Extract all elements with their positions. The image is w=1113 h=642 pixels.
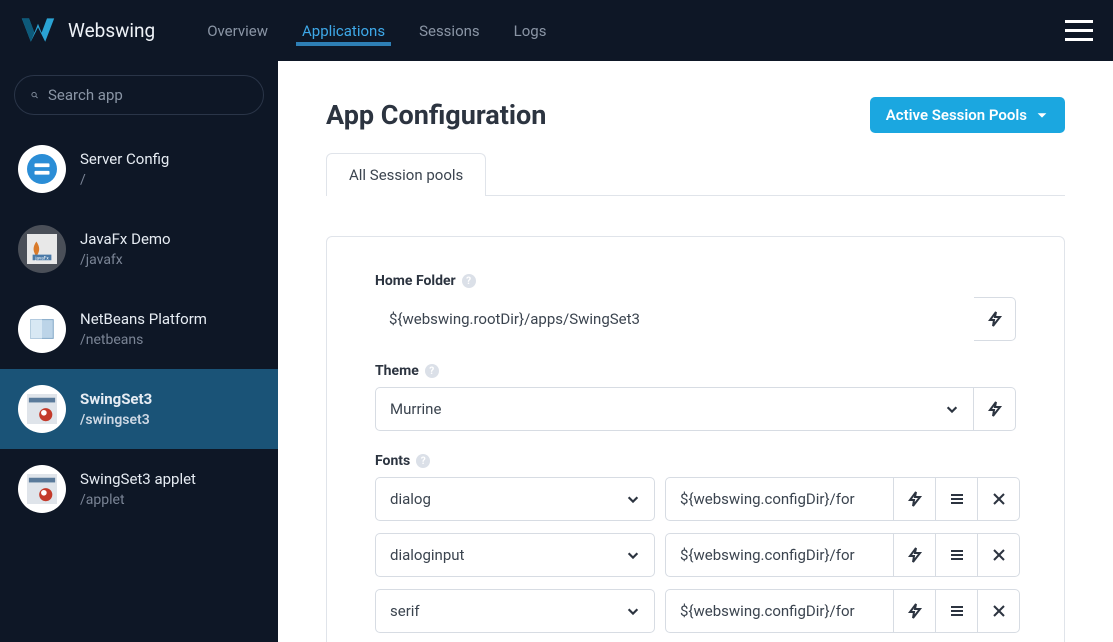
topbar: Webswing Overview Applications Sessions … [0,0,1113,61]
search-box[interactable] [14,75,264,115]
bolt-icon [987,401,1003,417]
font-path-input[interactable] [665,589,894,633]
theme-select[interactable]: Murrine [375,387,974,431]
menu-toggle-icon[interactable] [1065,20,1093,41]
server-icon [18,145,66,193]
fonts-field: Fonts ? dialog [375,453,1016,633]
bolt-icon [907,491,923,507]
swingset3-applet-icon [18,465,66,513]
app-path: /javafx [80,252,171,268]
app-name: NetBeans Platform [80,310,207,328]
nav-overview[interactable]: Overview [205,16,270,46]
app-path: / [80,172,169,188]
font-row: serif [375,589,1016,633]
logo-icon [20,16,56,46]
nav-applications[interactable]: Applications [300,16,387,46]
app-path: /netbeans [80,332,207,348]
resolve-button[interactable] [974,387,1016,431]
bolt-icon [907,603,923,619]
close-icon [991,547,1007,563]
app-name: JavaFx Demo [80,230,171,248]
chevron-down-icon [626,548,640,562]
resolve-button[interactable] [894,589,936,633]
remove-button[interactable] [978,589,1020,633]
chevron-down-icon [945,402,959,416]
help-icon[interactable]: ? [425,364,439,378]
sidebar-item-swingset3[interactable]: SwingSet3 /swingset3 [0,369,278,449]
bars-icon [949,547,965,563]
font-name-select[interactable]: serif [375,589,655,633]
bars-icon [949,491,965,507]
chevron-down-icon [1035,108,1049,122]
home-folder-input[interactable] [375,297,974,341]
logo[interactable]: Webswing [20,16,155,46]
close-icon [991,603,1007,619]
reorder-button[interactable] [936,477,978,521]
nav-sessions[interactable]: Sessions [417,16,482,46]
chevron-down-icon [626,492,640,506]
theme-field: Theme ? Murrine [375,363,1016,431]
font-path-input[interactable] [665,477,894,521]
app-name: Server Config [80,150,169,168]
tabs: All Session pools [326,153,1065,196]
remove-button[interactable] [978,533,1020,577]
netbeans-icon [18,305,66,353]
javafx-icon: javaFx [18,225,66,273]
theme-label: Theme [375,363,419,379]
resolve-button[interactable] [894,477,936,521]
brand-text: Webswing [68,19,155,42]
help-icon[interactable]: ? [462,274,476,288]
home-folder-label: Home Folder [375,273,456,289]
config-card: Home Folder ? Theme ? Murrine [326,236,1065,642]
bars-icon [949,603,965,619]
app-name: SwingSet3 [80,390,152,408]
sidebar-item-netbeans[interactable]: NetBeans Platform /netbeans [0,289,278,369]
resolve-button[interactable] [974,297,1016,341]
sidebar-item-javafx[interactable]: javaFx JavaFx Demo /javafx [0,209,278,289]
swingset3-icon [18,385,66,433]
sidebar: Server Config / javaFx JavaFx Demo /java… [0,61,278,642]
svg-text:javaFx: javaFx [34,255,49,261]
home-folder-field: Home Folder ? [375,273,1016,341]
tab-all-session-pools[interactable]: All Session pools [326,153,486,196]
search-icon [31,88,38,102]
reorder-button[interactable] [936,589,978,633]
font-name-select[interactable]: dialoginput [375,533,655,577]
nav-logs[interactable]: Logs [512,16,549,46]
main-content: App Configuration Active Session Pools A… [278,61,1113,642]
main-nav: Overview Applications Sessions Logs [205,16,548,46]
font-row: dialoginput [375,533,1016,577]
search-input[interactable] [48,86,247,104]
active-session-pools-button[interactable]: Active Session Pools [870,97,1065,133]
resolve-button[interactable] [894,533,936,577]
app-name: SwingSet3 applet [80,470,196,488]
remove-button[interactable] [978,477,1020,521]
font-row: dialog [375,477,1016,521]
reorder-button[interactable] [936,533,978,577]
fonts-label: Fonts [375,453,410,469]
chevron-down-icon [626,604,640,618]
help-icon[interactable]: ? [416,454,430,468]
page-title: App Configuration [326,99,546,131]
sidebar-item-swingset3-applet[interactable]: SwingSet3 applet /applet [0,449,278,529]
bolt-icon [907,547,923,563]
sidebar-item-server-config[interactable]: Server Config / [0,129,278,209]
font-name-select[interactable]: dialog [375,477,655,521]
close-icon [991,491,1007,507]
app-path: /swingset3 [80,412,152,428]
bolt-icon [987,311,1003,327]
font-path-input[interactable] [665,533,894,577]
app-path: /applet [80,492,196,508]
